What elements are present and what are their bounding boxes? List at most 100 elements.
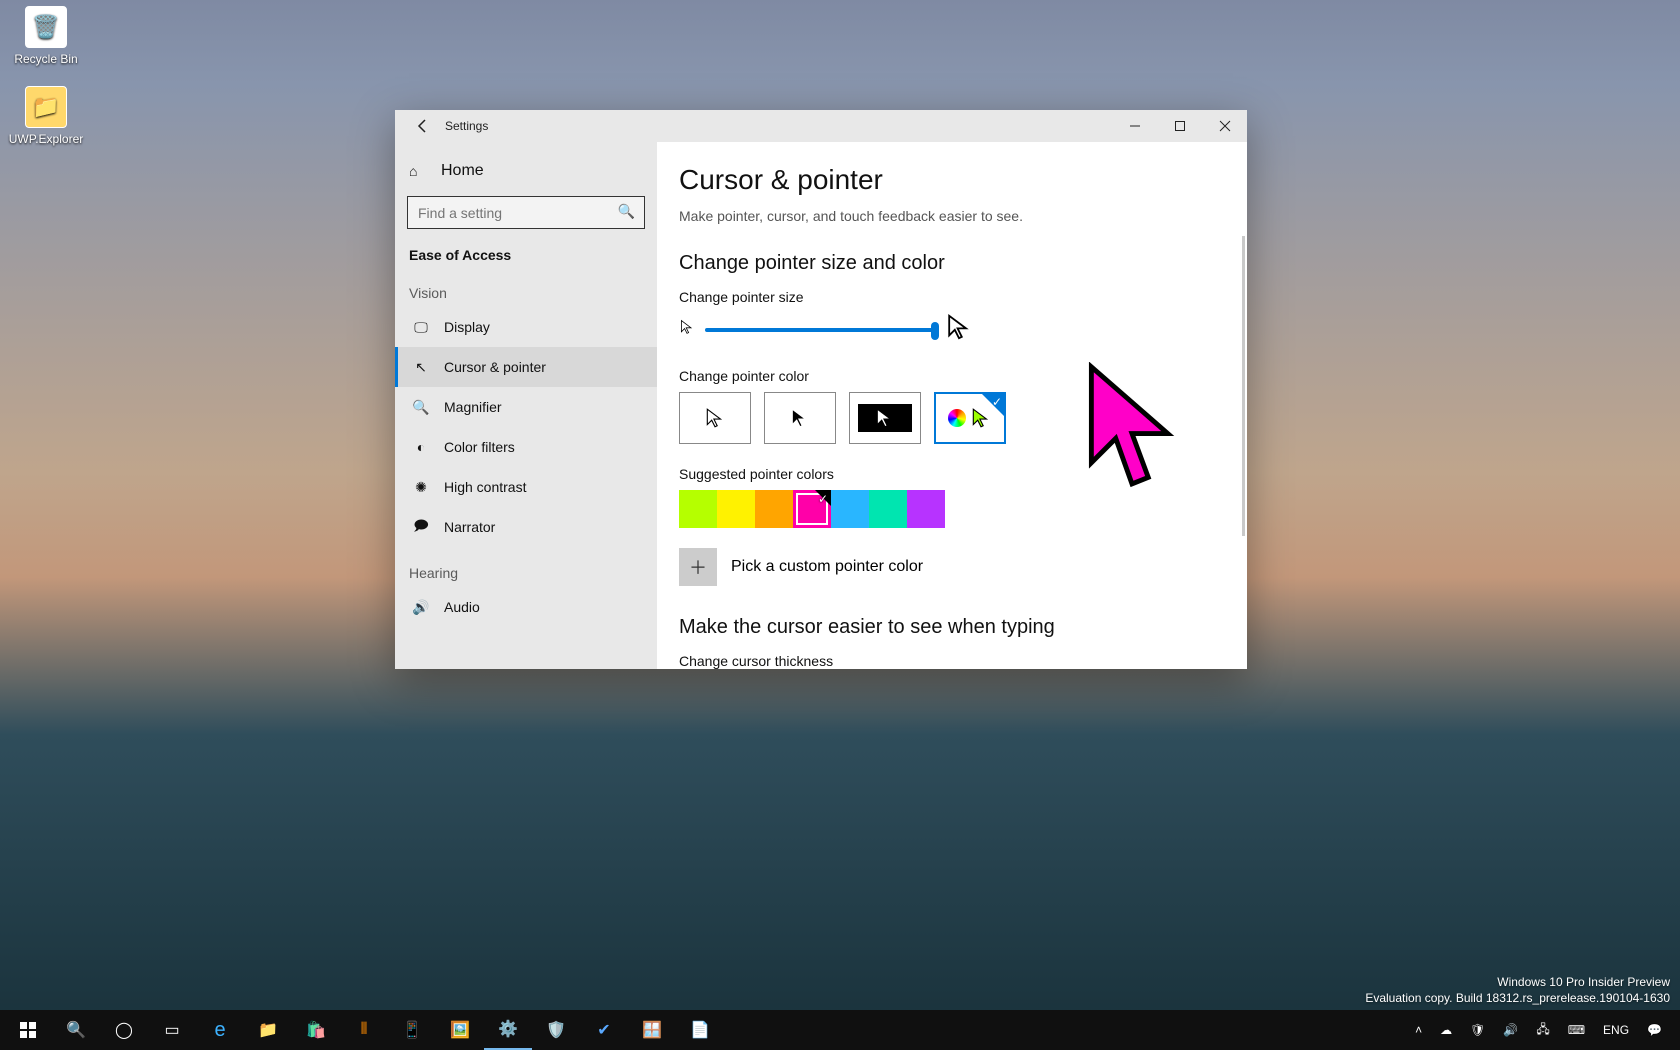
nav-label: Magnifier (444, 399, 502, 415)
high-contrast-icon: ✺ (412, 479, 430, 496)
nav-magnifier[interactable]: 🔍 Magnifier (395, 387, 657, 427)
back-button[interactable] (403, 110, 443, 142)
nav-color-filters[interactable]: ◐ Color filters (395, 427, 657, 467)
page-subtitle: Make pointer, cursor, and touch feedback… (679, 208, 1247, 224)
nav-high-contrast[interactable]: ✺ High contrast (395, 467, 657, 507)
taskbar-settings[interactable]: ⚙️ (484, 1010, 532, 1050)
folder-icon: 📁 (25, 86, 67, 128)
cursor-icon: ↖ (412, 359, 430, 376)
suggested-color-swatch[interactable] (907, 490, 945, 528)
taskbar-cortana[interactable]: ◯ (100, 1010, 148, 1050)
suggested-color-swatch[interactable] (869, 490, 907, 528)
nav-label: Color filters (444, 439, 515, 455)
taskbar-security[interactable]: 🛡️ (532, 1010, 580, 1050)
pointer-color-custom[interactable]: ✓ (934, 392, 1006, 444)
search-input[interactable] (407, 196, 645, 229)
nav-label: Audio (444, 599, 480, 615)
minimize-button[interactable] (1112, 110, 1157, 142)
home-nav[interactable]: ⌂ Home (395, 154, 657, 188)
settings-content: Cursor & pointer Make pointer, cursor, a… (657, 142, 1247, 669)
check-icon: ✓ (992, 395, 1002, 409)
thickness-label: Change cursor thickness (679, 653, 1247, 669)
window-title: Settings (445, 110, 488, 142)
taskbar-edge[interactable]: e (196, 1010, 244, 1050)
settings-window: Settings ⌂ Home 🔍 Ease of Access Vision … (395, 110, 1247, 669)
nav-label: High contrast (444, 479, 526, 495)
pointer-size-control (679, 313, 1247, 346)
taskbar-notepad[interactable]: 📄 (676, 1010, 724, 1050)
taskbar-app-1[interactable]: ⦀ (340, 1010, 388, 1050)
color-label: Change pointer color (679, 368, 1247, 384)
nav-display[interactable]: 🖵 Display (395, 307, 657, 347)
pointer-large-icon (945, 313, 973, 346)
pointer-color-white[interactable] (679, 392, 751, 444)
maximize-button[interactable] (1157, 110, 1202, 142)
tray-volume-icon[interactable]: 🔊 (1497, 1010, 1524, 1050)
category-heading: Ease of Access (395, 237, 657, 267)
check-icon: ✓ (818, 492, 828, 506)
pick-custom-color-button[interactable]: ＋ (679, 548, 717, 586)
tray-keyboard-icon[interactable]: ⌨ (1562, 1010, 1591, 1050)
suggested-colors-row: ✓ (679, 490, 1247, 528)
close-button[interactable] (1202, 110, 1247, 142)
magnifier-icon: 🔍 (412, 399, 430, 416)
pointer-color-options: ✓ (679, 392, 1247, 444)
suggested-color-swatch[interactable] (755, 490, 793, 528)
taskbar-photos[interactable]: 🖼️ (436, 1010, 484, 1050)
watermark-line1: Windows 10 Pro Insider Preview (1365, 974, 1670, 990)
taskbar-taskview[interactable]: ▭ (148, 1010, 196, 1050)
taskbar-explorer[interactable]: 📁 (244, 1010, 292, 1050)
desktop-icon-label: UWP.Explorer (9, 132, 83, 146)
tray-chevron[interactable]: ˄ (1409, 1010, 1428, 1050)
page-title: Cursor & pointer (679, 164, 1247, 196)
tray-action-center-icon[interactable]: 💬 (1641, 1010, 1668, 1050)
recycle-bin-icon: 🗑️ (25, 6, 67, 48)
titlebar[interactable]: Settings (395, 110, 1247, 142)
taskbar-search[interactable]: 🔍 (52, 1010, 100, 1050)
group-hearing: Hearing (395, 547, 657, 587)
desktop-icon-uwp-explorer[interactable]: 📁 UWP.Explorer (6, 86, 86, 146)
taskbar-store[interactable]: 🛍️ (292, 1010, 340, 1050)
suggested-color-swatch[interactable] (831, 490, 869, 528)
suggested-color-swatch[interactable]: ✓ (793, 490, 831, 528)
audio-icon: 🔊 (412, 599, 430, 616)
custom-color-row: ＋ Pick a custom pointer color (679, 548, 1247, 586)
pointer-color-inverted[interactable] (849, 392, 921, 444)
slider-thumb[interactable] (931, 322, 939, 340)
nav-label: Cursor & pointer (444, 359, 546, 375)
tray-language[interactable]: ENG (1597, 1010, 1635, 1050)
start-button[interactable] (4, 1010, 52, 1050)
display-icon: 🖵 (412, 319, 430, 336)
taskbar-app-2[interactable]: 🪟 (628, 1010, 676, 1050)
narrator-icon: 🗩 (412, 515, 430, 539)
settings-sidebar: ⌂ Home 🔍 Ease of Access Vision 🖵 Display… (395, 142, 657, 669)
color-filters-icon: ◐ (412, 439, 430, 455)
scrollbar[interactable] (1242, 236, 1245, 536)
pointer-size-slider[interactable] (705, 328, 935, 332)
nav-cursor-pointer[interactable]: ↖ Cursor & pointer (395, 347, 657, 387)
nav-label: Narrator (444, 519, 495, 535)
tray-defender-icon[interactable]: 🛡 (1464, 1010, 1491, 1050)
nav-audio[interactable]: 🔊 Audio (395, 587, 657, 627)
tray-network-icon[interactable]: 🖧 (1530, 1010, 1555, 1050)
taskbar-todo[interactable]: ✔ (580, 1010, 628, 1050)
nav-label: Display (444, 319, 490, 335)
pointer-color-black[interactable] (764, 392, 836, 444)
size-label: Change pointer size (679, 289, 1247, 305)
color-wheel-icon (948, 409, 966, 427)
taskbar-phone[interactable]: 📱 (388, 1010, 436, 1050)
pick-custom-color-label: Pick a custom pointer color (731, 558, 923, 576)
suggested-colors-label: Suggested pointer colors (679, 466, 1247, 482)
home-label: Home (441, 162, 484, 180)
suggested-color-swatch[interactable] (679, 490, 717, 528)
section-cursor-typing: Make the cursor easier to see when typin… (679, 616, 1247, 639)
desktop-watermark: Windows 10 Pro Insider Preview Evaluatio… (1365, 974, 1670, 1006)
system-tray: ˄ ☁ 🛡 🔊 🖧 ⌨ ENG 💬 (1409, 1010, 1676, 1050)
suggested-color-swatch[interactable] (717, 490, 755, 528)
taskbar: 🔍 ◯ ▭ e 📁 🛍️ ⦀ 📱 🖼️ ⚙️ 🛡️ ✔ 🪟 📄 ˄ ☁ 🛡 🔊 … (0, 1010, 1680, 1050)
search-icon: 🔍 (618, 203, 635, 220)
tray-onedrive-icon[interactable]: ☁ (1434, 1010, 1458, 1050)
nav-narrator[interactable]: 🗩 Narrator (395, 507, 657, 547)
desktop-icon-label: Recycle Bin (14, 52, 77, 66)
desktop-icon-recycle-bin[interactable]: 🗑️ Recycle Bin (6, 6, 86, 66)
